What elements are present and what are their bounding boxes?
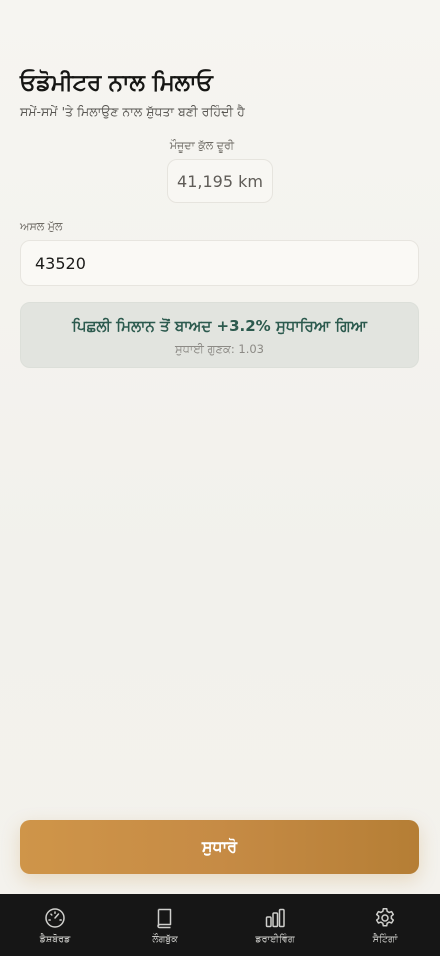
- tab-dashboard[interactable]: ਡੈਸ਼ਬੋਰਡ: [0, 894, 110, 956]
- tab-label: ਡਰਾਈਵਿੰਗ: [255, 934, 295, 945]
- current-distance-label: ਮੌਜੂਦਾ ਕੁੱਲ ਦੂਰੀ: [169, 139, 235, 152]
- tab-label: ਸੈਟਿੰਗਾਂ: [372, 934, 398, 945]
- tab-driving[interactable]: ਡਰਾਈਵਿੰਗ: [220, 894, 330, 956]
- bottom-tab-bar: ਡੈਸ਼ਬੋਰਡ ਲੌਗਬੁੱਕ ਡਰਾਈਵਿੰਗ ਸੈਟਿੰਗਾਂ: [0, 894, 440, 956]
- tab-logbook[interactable]: ਲੌਗਬੁੱਕ: [110, 894, 220, 956]
- actual-value-input[interactable]: [20, 240, 419, 286]
- current-distance-value: 41,195 km: [167, 159, 273, 203]
- tab-settings[interactable]: ਸੈਟਿੰਗਾਂ: [330, 894, 440, 956]
- page-title: ਓਡੋਮੀਟਰ ਨਾਲ ਮਿਲਾਓ: [20, 70, 213, 96]
- speedometer-icon: [45, 908, 65, 928]
- actual-value-label: ਅਸਲ ਮੁੱਲ: [20, 220, 63, 233]
- correction-factor-text: ਸੁਧਾਈ ਗੁਣਕ: 1.03: [175, 342, 264, 356]
- gear-icon: [375, 908, 395, 927]
- tab-label: ਲੌਗਬੁੱਕ: [152, 934, 178, 945]
- tab-label: ਡੈਸ਼ਬੋਰਡ: [39, 934, 71, 945]
- calibration-change-text: ਪਿਛਲੀ ਮਿਲਾਨ ਤੋਂ ਬਾਅਦ +3.2% ਸੁਧਾਰਿਆ ਗਿਆ: [72, 317, 367, 335]
- bar-chart-icon: [265, 908, 285, 928]
- calibration-info-card: ਪਿਛਲੀ ਮਿਲਾਨ ਤੋਂ ਬਾਅਦ +3.2% ਸੁਧਾਰਿਆ ਗਿਆ ਸ…: [20, 302, 419, 368]
- apply-correction-button[interactable]: ਸੁਧਾਰੋ: [20, 820, 419, 874]
- book-icon: [157, 908, 172, 929]
- page-subtitle: ਸਮੇਂ-ਸਮੇਂ 'ਤੇ ਮਿਲਾਉਣ ਨਾਲ ਸ਼ੁੱਧਤਾ ਬਣੀ ਰਹਿ…: [20, 104, 245, 119]
